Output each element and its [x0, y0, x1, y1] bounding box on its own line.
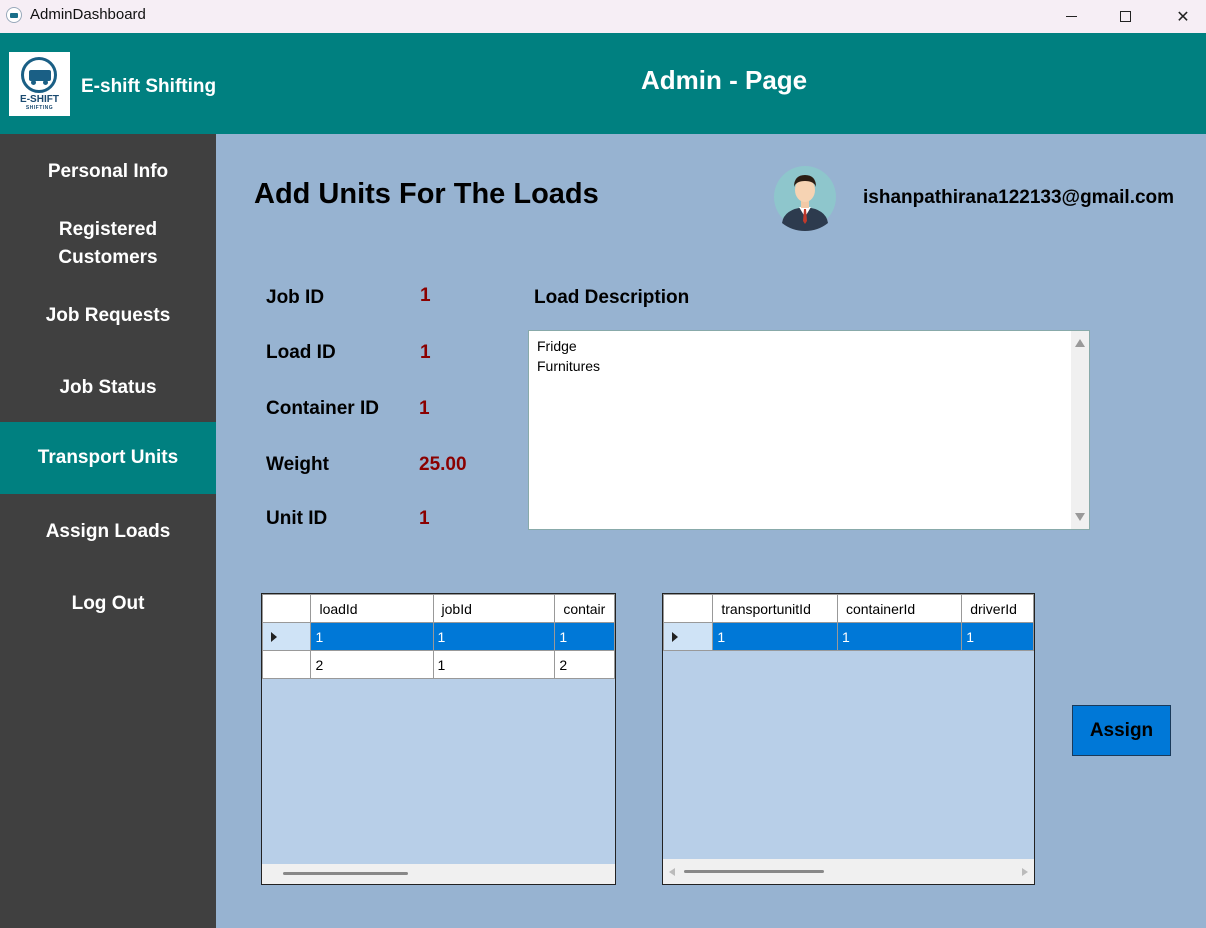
sidebar-item-registered-customers[interactable]: Registered Customers [0, 204, 216, 284]
scrollbar-thumb[interactable] [684, 870, 824, 873]
row-header[interactable] [262, 650, 312, 679]
column-header[interactable]: jobId [432, 594, 556, 623]
logo-subtext: SHIFTING [25, 105, 54, 111]
table-cell[interactable]: 1 [836, 622, 963, 651]
sidebar-item-label: Log Out [71, 593, 145, 614]
app-icon [6, 7, 22, 23]
avatar [774, 166, 836, 231]
sidebar-item-label: Job Status [59, 377, 157, 398]
loads-grid[interactable]: loadId jobId contair 1 1 1 2 1 2 [261, 593, 616, 885]
sidebar-item-log-out[interactable]: Log Out [0, 576, 216, 632]
scrollbar-thumb[interactable] [283, 872, 408, 875]
table-cell[interactable]: 1 [554, 622, 615, 651]
brand-name: E-shift Shifting [81, 76, 217, 97]
section-heading: Add Units For The Loads [254, 178, 599, 210]
window-title: AdminDashboard [30, 6, 146, 23]
scroll-up-icon[interactable] [1075, 339, 1085, 347]
table-cell[interactable]: 1 [432, 622, 556, 651]
window-titlebar: AdminDashboard ✕ [0, 0, 1206, 33]
column-header[interactable]: driverId [961, 594, 1034, 623]
sidebar-item-label: Registered Customers [58, 219, 158, 268]
horizontal-scrollbar[interactable] [262, 864, 615, 884]
sidebar-item-transport-units[interactable]: Transport Units [0, 422, 216, 494]
row-header-corner [262, 594, 312, 623]
unit-id-label: Unit ID [266, 508, 328, 529]
sidebar-item-assign-loads[interactable]: Assign Loads [0, 504, 216, 560]
scroll-left-icon[interactable] [669, 868, 675, 876]
load-description-line: Fridge [537, 338, 577, 354]
load-id-value: 1 [420, 342, 431, 363]
maximize-button[interactable] [1102, 0, 1148, 33]
load-description-textarea[interactable]: Fridge Furnitures [528, 330, 1090, 530]
maximize-icon [1119, 11, 1131, 22]
sidebar: Personal Info Registered Customers Job R… [0, 134, 216, 928]
minimize-icon [1065, 16, 1077, 17]
sidebar-item-personal-info[interactable]: Personal Info [0, 144, 216, 200]
table-row[interactable]: 1 1 1 [663, 622, 1034, 651]
grid-header-row: loadId jobId contair [262, 594, 615, 623]
weight-label: Weight [266, 454, 329, 475]
scroll-right-icon[interactable] [1022, 868, 1028, 876]
table-cell[interactable]: 1 [432, 650, 556, 679]
container-id-value: 1 [419, 398, 430, 419]
minimize-button[interactable] [1048, 0, 1094, 33]
unit-id-value: 1 [419, 508, 430, 529]
table-row[interactable]: 1 1 1 [262, 622, 615, 651]
vertical-scrollbar[interactable] [1071, 331, 1089, 529]
page-title: Admin - Page [641, 65, 808, 95]
table-cell[interactable]: 1 [712, 622, 838, 651]
container-id-label: Container ID [266, 398, 379, 419]
truck-icon [29, 70, 51, 85]
sidebar-item-job-status[interactable]: Job Status [0, 360, 216, 416]
column-header[interactable]: loadId [310, 594, 434, 623]
sidebar-item-label: Job Requests [45, 305, 171, 326]
weight-value: 25.00 [419, 454, 467, 475]
current-row-arrow-icon [672, 632, 678, 642]
column-header[interactable]: transportunitId [712, 594, 838, 623]
load-id-label: Load ID [266, 342, 336, 363]
assign-button[interactable]: Assign [1072, 705, 1171, 756]
grid-header-row: transportunitId containerId driverId [663, 594, 1034, 623]
close-icon: ✕ [1176, 8, 1190, 26]
current-row-arrow-icon [271, 632, 277, 642]
load-description-label: Load Description [534, 287, 690, 308]
table-cell[interactable]: 2 [554, 650, 615, 679]
sidebar-item-label: Assign Loads [45, 521, 171, 542]
column-header[interactable]: contair [554, 594, 615, 623]
job-id-value: 1 [420, 285, 431, 306]
horizontal-scrollbar[interactable] [663, 859, 1034, 884]
table-cell[interactable]: 2 [310, 650, 434, 679]
job-id-label: Job ID [266, 287, 325, 308]
sidebar-item-label: Personal Info [47, 161, 169, 182]
scroll-down-icon[interactable] [1075, 513, 1085, 521]
row-header[interactable] [262, 622, 312, 651]
company-logo: E-SHIFT SHIFTING [9, 52, 70, 116]
sidebar-item-job-requests[interactable]: Job Requests [0, 288, 216, 344]
row-header[interactable] [663, 622, 714, 651]
load-description-line: Furnitures [537, 358, 601, 374]
app-header: E-SHIFT SHIFTING E-shift Shifting Admin … [0, 33, 1206, 134]
table-cell[interactable]: 1 [310, 622, 434, 651]
logo-text: E-SHIFT [20, 94, 59, 105]
row-header-corner [663, 594, 714, 623]
column-header[interactable]: containerId [836, 594, 963, 623]
user-email: ishanpathirana122133@gmail.com [863, 187, 1175, 208]
sidebar-item-label: Transport Units [37, 447, 179, 468]
table-cell[interactable]: 1 [961, 622, 1034, 651]
close-button[interactable]: ✕ [1160, 0, 1206, 33]
table-row[interactable]: 2 1 2 [262, 650, 615, 679]
transport-units-grid[interactable]: transportunitId containerId driverId 1 1… [662, 593, 1035, 885]
